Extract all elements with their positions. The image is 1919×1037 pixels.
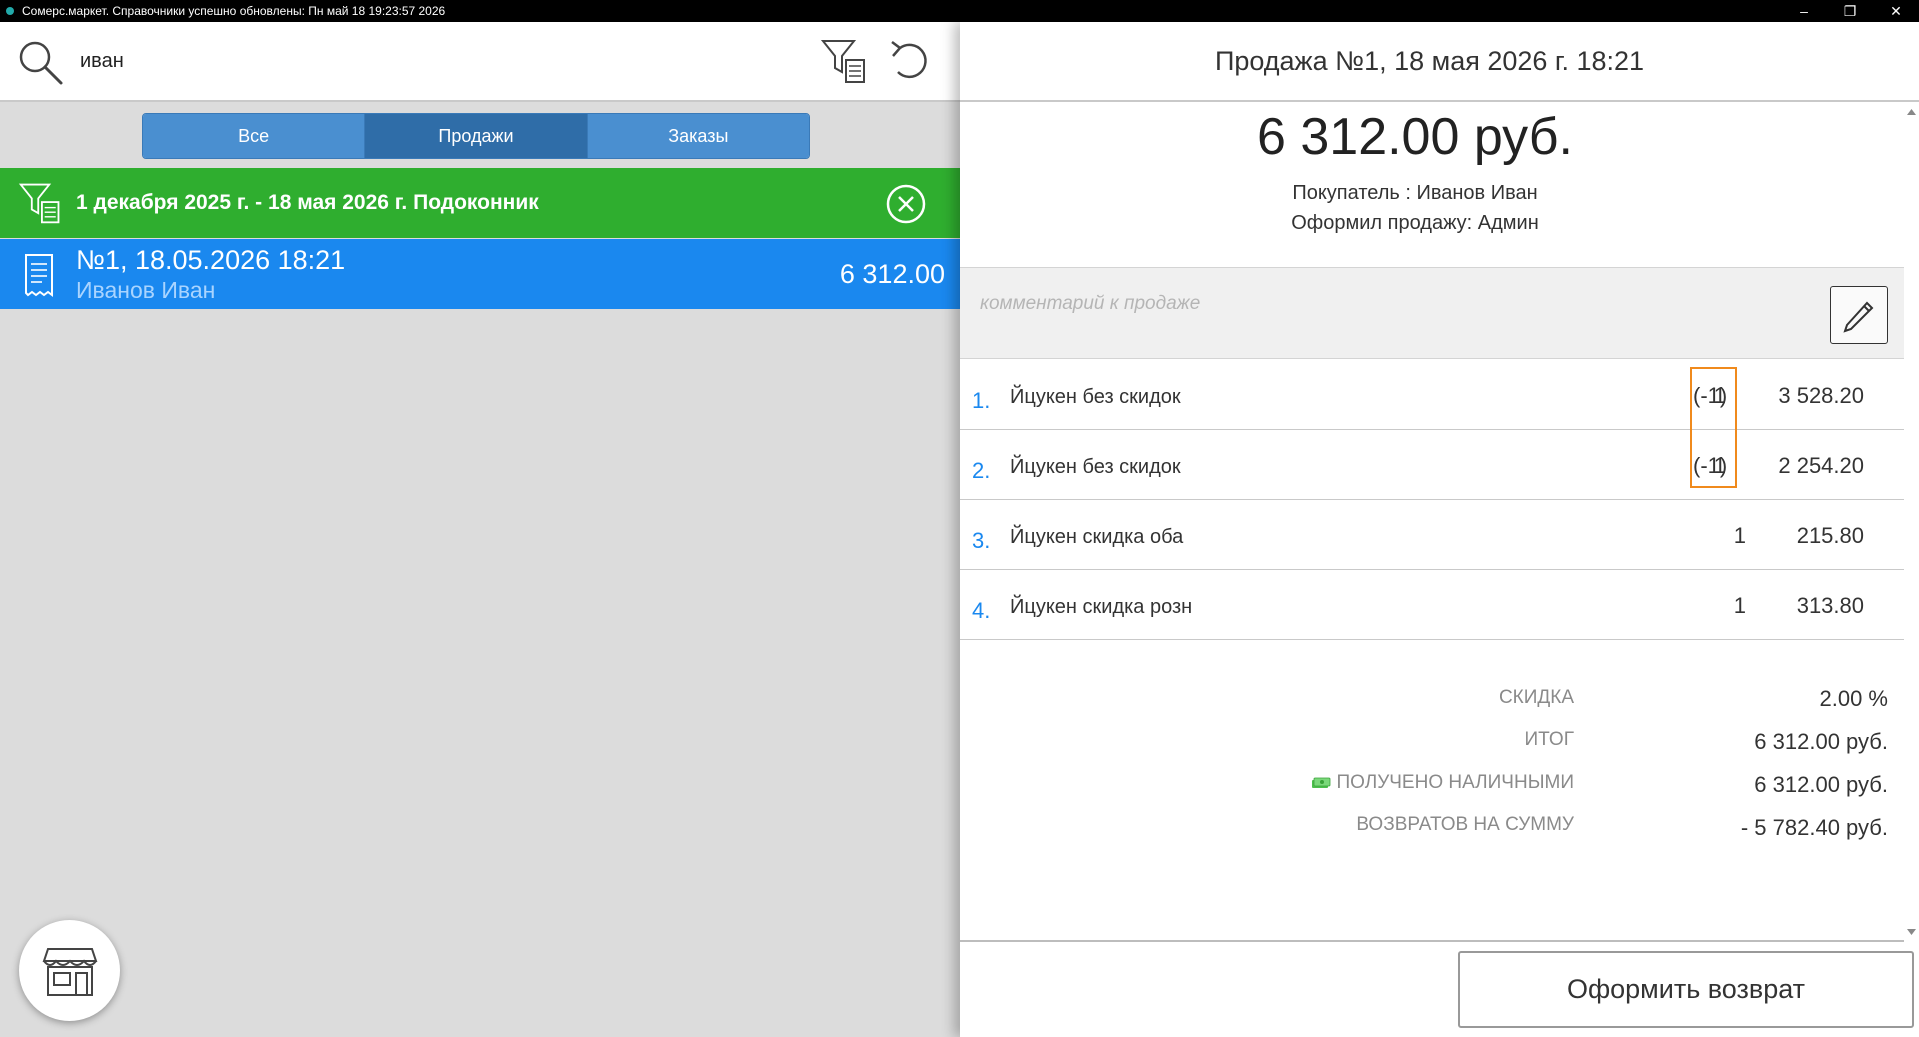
sales-list-pane: иван Все Продажи Заказы 1 декабря 2025 г… (0, 22, 960, 1037)
filter-text: 1 декабря 2025 г. - 18 мая 2026 г. Подок… (76, 191, 539, 214)
sale-list-item[interactable]: №1, 18.05.2026 18:21 Иванов Иван 6 312.0… (0, 239, 960, 309)
item-sum: 313.80 (1796, 593, 1864, 618)
store-button[interactable] (19, 920, 120, 1021)
comment-placeholder: комментарий к продаже (980, 293, 1201, 314)
sale-amount: 6 312.00 (839, 259, 945, 289)
minimize-button[interactable]: – (1781, 0, 1827, 22)
restore-button[interactable]: ❐ (1827, 0, 1873, 22)
cash-icon (1311, 777, 1330, 788)
total-label: ИТОГ (1524, 729, 1574, 750)
pencil-icon (1843, 301, 1874, 333)
sale-item-row[interactable]: 3. Йцукен скидка оба 1 215.80 (960, 500, 1904, 570)
item-number: 4. (972, 598, 991, 623)
cash-received-value: 6 312.00 руб. (1754, 772, 1888, 797)
seller-info: Оформил продажу: Админ (1291, 212, 1539, 234)
cash-received-text: ПОЛУЧЕНО НАЛИЧНЫМИ (1336, 772, 1575, 793)
window-titlebar: Сомерс.маркет. Справочники успешно обнов… (0, 0, 1919, 22)
active-filter-bar[interactable]: 1 декабря 2025 г. - 18 мая 2026 г. Подок… (0, 168, 960, 238)
item-number: 3. (972, 528, 991, 553)
item-sum: 215.80 (1796, 523, 1864, 548)
sale-header: Продажа №1, 18 мая 2026 г. 18:21 (960, 22, 1919, 102)
filter-list-icon (18, 183, 60, 224)
returns-total-value: - 5 782.40 руб. (1740, 815, 1888, 840)
tab-all[interactable]: Все (143, 114, 366, 158)
item-qty: 1 (1733, 523, 1746, 548)
filter-list-icon[interactable] (820, 36, 870, 86)
window-title: Сомерс.маркет. Справочники успешно обнов… (22, 4, 446, 18)
tabs: Все Продажи Заказы (142, 113, 810, 159)
close-window-button[interactable]: ✕ (1873, 0, 1919, 22)
footer-divider (960, 940, 1904, 942)
undo-icon[interactable] (886, 36, 936, 86)
search-input[interactable]: иван (80, 50, 124, 73)
clear-filter-icon[interactable] (885, 183, 927, 225)
sale-item-row[interactable]: 2. Йцукен без скидок 1 (-1) 2 254.20 (960, 430, 1904, 500)
tab-sales[interactable]: Продажи (365, 114, 588, 158)
tab-orders[interactable]: Заказы (587, 114, 809, 158)
item-number: 2. (972, 458, 991, 483)
item-sum: 3 528.20 (1778, 383, 1864, 408)
app-icon (6, 7, 14, 15)
item-name: Йцукен скидка розн (1010, 596, 1193, 618)
cash-received-label: ПОЛУЧЕНО НАЛИЧНЫМИ (1311, 772, 1575, 794)
scroll-down-icon[interactable] (1907, 928, 1916, 936)
item-qty: 1 (1733, 593, 1746, 618)
comment-area[interactable]: комментарий к продаже (960, 267, 1904, 359)
scrollbar[interactable] (1904, 104, 1919, 940)
item-name: Йцукен скидка оба (1010, 526, 1184, 548)
receipt-icon (25, 254, 53, 297)
sale-total: 6 312.00 руб. (1256, 108, 1573, 166)
sale-item-row[interactable]: 1. Йцукен без скидок 1 (-1) 3 528.20 (960, 360, 1904, 430)
returned-qty-highlight (1690, 367, 1737, 488)
edit-comment-button[interactable] (1830, 286, 1888, 344)
search-icon[interactable] (16, 38, 66, 88)
scroll-up-icon[interactable] (1907, 108, 1916, 116)
sale-item-row[interactable]: 4. Йцукен скидка розн 1 313.80 (960, 570, 1904, 640)
search-bar: иван (0, 22, 960, 102)
total-value: 6 312.00 руб. (1754, 729, 1888, 754)
sale-title: №1, 18.05.2026 18:21 (76, 245, 346, 275)
sale-detail-pane: Продажа №1, 18 мая 2026 г. 18:21 6 312.0… (960, 22, 1919, 1037)
discount-value: 2.00 % (1819, 686, 1889, 711)
sale-header-title: Продажа №1, 18 мая 2026 г. 18:21 (1214, 45, 1645, 76)
item-name: Йцукен без скидок (1010, 386, 1181, 408)
returns-total-label: ВОЗВРАТОВ НА СУММУ (1356, 814, 1574, 835)
buyer-info: Покупатель : Иванов Иван (1292, 182, 1538, 204)
create-return-button[interactable]: Оформить возврат (1458, 951, 1914, 1028)
sale-customer: Иванов Иван (76, 277, 216, 303)
item-sum: 2 254.20 (1778, 453, 1864, 478)
discount-label: СКИДКА (1498, 687, 1574, 708)
store-icon (42, 947, 97, 996)
item-number: 1. (972, 388, 991, 413)
item-name: Йцукен без скидок (1010, 456, 1181, 478)
